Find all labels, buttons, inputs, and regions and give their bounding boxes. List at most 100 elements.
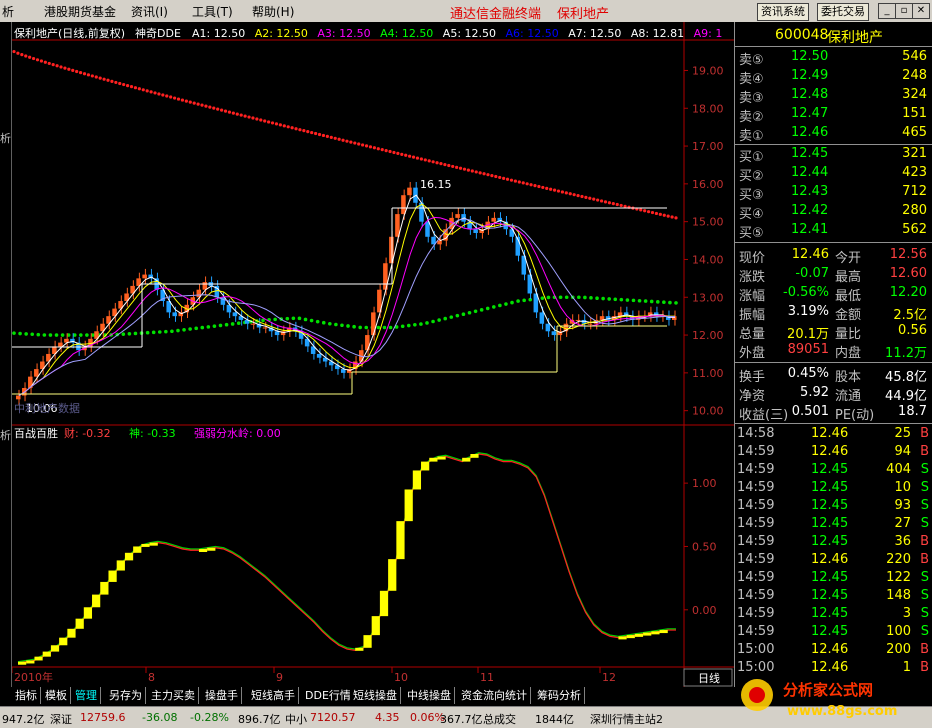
stats-divider: [735, 423, 932, 424]
tab-item[interactable]: 筹码分析: [534, 687, 585, 704]
left-strip-label[interactable]: 析: [0, 427, 11, 443]
close-icon[interactable]: ✕: [912, 3, 930, 19]
tick-volume: 404: [886, 462, 911, 477]
ma-red-point: [212, 106, 216, 110]
order-volume: 280: [902, 203, 927, 218]
ask-row[interactable]: 卖④ 12.49 248: [735, 67, 932, 87]
stat-label: 流通: [835, 389, 862, 404]
tab-item[interactable]: 操盘手: [202, 687, 242, 704]
ma-red-point: [494, 174, 498, 179]
tick-row[interactable]: 14:59 12.45 148 S: [735, 587, 932, 605]
ma-green-point: [206, 325, 211, 329]
trade-button[interactable]: 委托交易: [817, 3, 869, 21]
tick-price: 12.45: [811, 588, 849, 603]
menu-item-analysis[interactable]: 析: [2, 3, 14, 20]
tick-row[interactable]: 14:59 12.45 122 S: [735, 569, 932, 587]
ask-row[interactable]: 卖② 12.47 151: [735, 105, 932, 125]
sub-legend: 财: -0.32 神: -0.33 强弱分水岭: 0.00: [64, 426, 281, 440]
tick-time: 14:59: [737, 606, 775, 621]
period-label[interactable]: 日线: [698, 671, 720, 685]
ma-red-point: [349, 140, 353, 144]
tick-row[interactable]: 15:00 12.46 200 B: [735, 641, 932, 659]
tick-row[interactable]: 14:59 12.45 93 S: [735, 497, 932, 515]
menu-item-futures[interactable]: 港股期货基金: [44, 3, 116, 20]
order-volume: 562: [902, 222, 927, 237]
tab-item[interactable]: 另存为: [106, 687, 146, 704]
menu-item-info[interactable]: 资讯(I): [131, 3, 168, 20]
tab-item[interactable]: 管理: [72, 687, 101, 704]
ask-row[interactable]: 卖③ 12.48 324: [735, 86, 932, 106]
tab-item[interactable]: 指标: [12, 687, 41, 704]
watermark-logo-inner-icon: [749, 687, 765, 703]
ask-row[interactable]: 卖① 12.46 465: [735, 124, 932, 144]
stat-label: PE(动): [835, 408, 875, 423]
candle-body: [142, 274, 147, 279]
tick-row[interactable]: 14:59 12.45 36 B: [735, 533, 932, 551]
tab-item[interactable]: 资金流向统计: [458, 687, 531, 704]
order-price: 12.44: [791, 165, 829, 180]
bid-row[interactable]: 买③ 12.43 712: [735, 183, 932, 203]
tab-item[interactable]: 短线高手: [248, 687, 299, 704]
order-label: 卖③: [739, 91, 764, 106]
tick-side: S: [920, 498, 929, 513]
ask-row[interactable]: 卖⑤ 12.50 546: [735, 48, 932, 68]
tick-row[interactable]: 14:59 12.45 27 S: [735, 515, 932, 533]
tick-row[interactable]: 14:59 12.46 220 B: [735, 551, 932, 569]
info-system-button[interactable]: 资讯系统: [757, 3, 809, 21]
ma-green-point: [54, 333, 59, 337]
ma-red-point: [415, 156, 420, 160]
ma-green-point: [79, 333, 83, 337]
ma-green-point: [491, 305, 496, 309]
ma-red-point: [509, 178, 514, 182]
stat-row: 换手 0.45% 股本 45.8亿: [735, 365, 932, 385]
ma-red-point: [239, 113, 243, 117]
bid-row[interactable]: 买② 12.44 423: [735, 164, 932, 184]
tick-row[interactable]: 14:58 12.46 25 B: [735, 425, 932, 443]
ma-red-point: [466, 168, 470, 172]
candle-body: [250, 323, 256, 325]
price-chart[interactable]: 19.00 18.00 17.00 16.00 15.00 14.00 13.00 12.00…: [12, 22, 734, 687]
ma-green-point: [413, 322, 417, 327]
tick-row[interactable]: 14:59 12.45 100 S: [735, 623, 932, 641]
tick-row[interactable]: 14:59 12.45 404 S: [735, 461, 932, 479]
bid-row[interactable]: 买④ 12.42 280: [735, 202, 932, 222]
tick-price: 12.45: [811, 516, 849, 531]
ma-green-point: [437, 318, 441, 322]
bid-row[interactable]: 买⑤ 12.41 562: [735, 221, 932, 241]
bid-row[interactable]: 买① 12.45 321: [735, 145, 932, 165]
tab-item[interactable]: 模板: [42, 687, 71, 704]
ma-red-point: [396, 151, 400, 156]
ma-red-point: [28, 55, 32, 59]
restore-icon[interactable]: ▫: [895, 3, 913, 19]
chart-title: 保利地产(日线,前复权): [14, 26, 125, 40]
tab-item[interactable]: DDE行情: [302, 687, 355, 704]
ma-red-point: [447, 163, 451, 168]
ma-red-point: [596, 198, 600, 202]
tick-row[interactable]: 14:59 12.46 94 B: [735, 443, 932, 461]
ma-red-point: [537, 184, 541, 189]
sub-rise-bar: [26, 660, 35, 664]
stat-row: 振幅 3.19% 金额 2.5亿: [735, 303, 932, 323]
ma-red-point: [654, 211, 659, 216]
tab-item[interactable]: 短线操盘: [350, 687, 401, 704]
tab-item[interactable]: 中线操盘: [404, 687, 455, 704]
indicator-label: 神奇DDE: [135, 26, 181, 40]
tick-time: 14:59: [737, 570, 775, 585]
ma-red-point: [216, 107, 220, 111]
ma-green-point: [273, 317, 277, 322]
menu-item-tools[interactable]: 工具(T): [192, 3, 233, 20]
sub-rise-bar: [659, 630, 668, 634]
ma-red-point: [153, 91, 157, 95]
stat-label: 净资: [739, 389, 766, 404]
status-sz-pct: -0.28%: [190, 711, 229, 724]
left-strip-label[interactable]: 析: [0, 130, 11, 146]
ma-red-point: [47, 61, 51, 66]
minimize-icon[interactable]: _: [878, 3, 896, 19]
tick-row[interactable]: 14:59 12.45 10 S: [735, 479, 932, 497]
ma-green-point: [176, 328, 180, 333]
tick-volume: 3: [902, 606, 911, 621]
menu-item-help[interactable]: 帮助(H): [252, 3, 294, 20]
tick-row[interactable]: 14:59 12.45 3 S: [735, 605, 932, 623]
tab-item[interactable]: 主力买卖: [148, 687, 199, 704]
sub-title: 百战百胜: [14, 426, 58, 440]
